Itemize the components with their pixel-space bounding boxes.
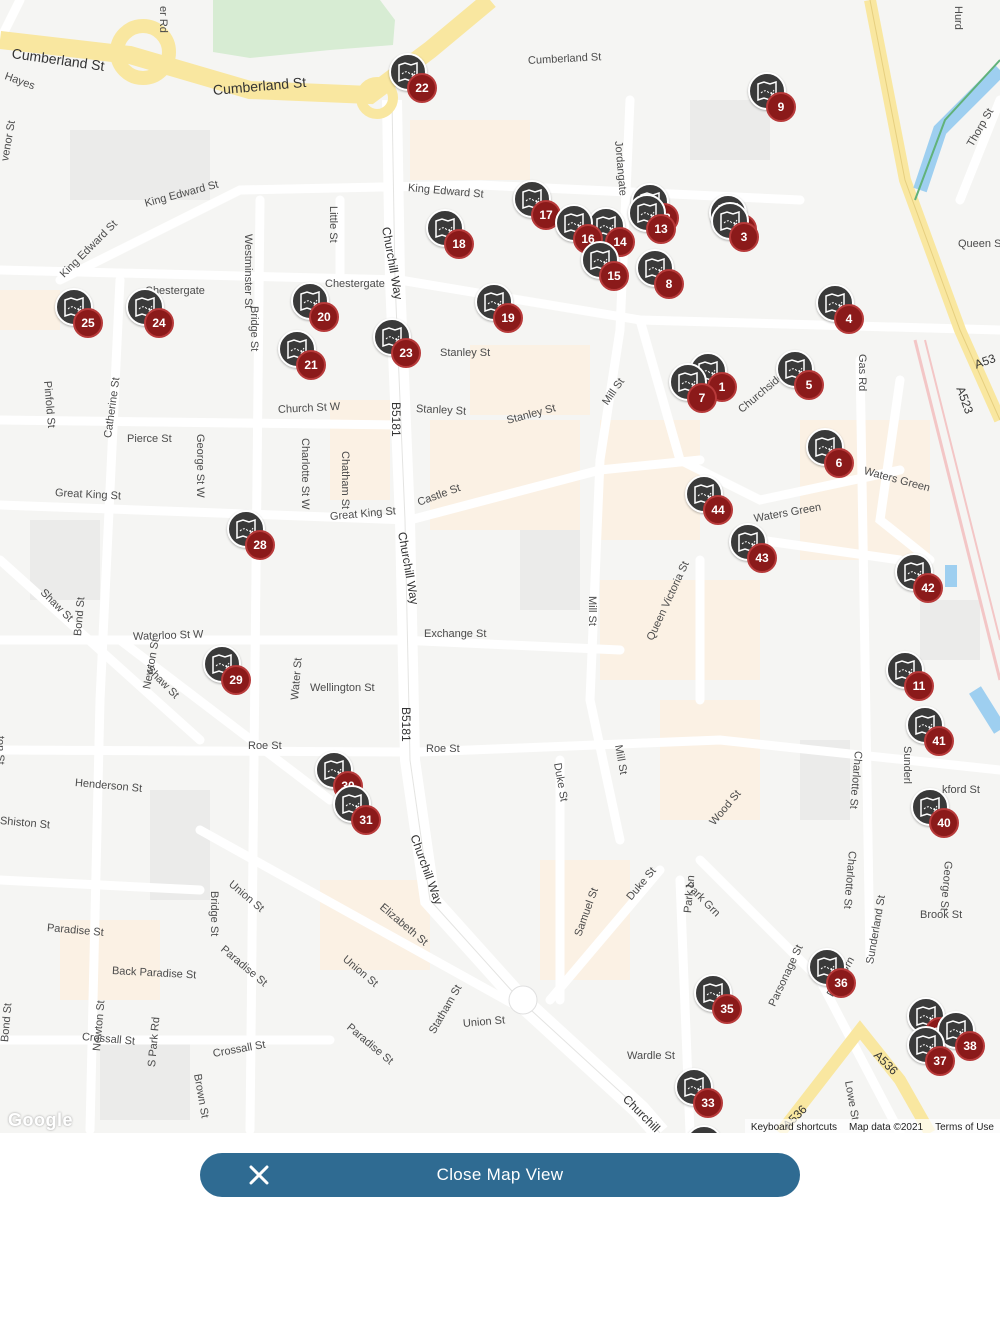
marker-number-badge: 15 bbox=[599, 261, 629, 291]
marker-number-badge: 31 bbox=[351, 805, 381, 835]
marker-number-badge: 21 bbox=[296, 350, 326, 380]
marker-number-badge: 36 bbox=[826, 968, 856, 998]
map-marker[interactable]: 42 bbox=[895, 553, 957, 615]
marker-number-badge: 6 bbox=[824, 448, 854, 478]
map-marker[interactable]: 29 bbox=[203, 645, 265, 707]
marker-number-badge: 43 bbox=[747, 543, 777, 573]
street-label: Hurd bbox=[952, 6, 964, 30]
map-marker[interactable]: 6 bbox=[806, 428, 868, 490]
marker-number-badge: 29 bbox=[221, 665, 251, 695]
close-map-view-label: Close Map View bbox=[436, 1165, 564, 1184]
map-marker[interactable]: 18 bbox=[426, 209, 488, 271]
marker-number-badge: 41 bbox=[924, 726, 954, 756]
street-label: Roe St bbox=[426, 743, 460, 755]
terms-of-use-link[interactable]: Terms of Use bbox=[935, 1122, 994, 1133]
street-label: Charlotte St W bbox=[299, 438, 311, 510]
map-marker[interactable]: 33 bbox=[675, 1068, 737, 1130]
marker-number-badge: 19 bbox=[493, 303, 523, 333]
map-marker[interactable]: 9 bbox=[748, 72, 810, 134]
map-marker[interactable]: 11 bbox=[886, 651, 948, 713]
map-marker[interactable]: 40 bbox=[911, 788, 973, 850]
marker-number-badge: 24 bbox=[144, 308, 174, 338]
street-label: Wellington St bbox=[310, 682, 375, 694]
street-label: B5181 bbox=[389, 402, 403, 437]
map-marker[interactable]: 37 bbox=[907, 1026, 969, 1088]
street-label: Exchange St bbox=[424, 628, 487, 640]
marker-number-badge: 7 bbox=[687, 383, 717, 413]
map-marker[interactable]: 5 bbox=[776, 350, 838, 412]
marker-number-badge: 37 bbox=[925, 1046, 955, 1076]
google-logo: Google bbox=[8, 1110, 73, 1130]
map-marker[interactable]: 24 bbox=[126, 288, 188, 350]
street-label: Westminster St bbox=[242, 234, 254, 309]
marker-number-badge: 4 bbox=[834, 304, 864, 334]
street-label: Little St bbox=[327, 206, 339, 243]
street-label: Chatham St bbox=[339, 451, 351, 510]
marker-number-badge: 13 bbox=[646, 214, 676, 244]
map-marker[interactable]: 31 bbox=[333, 785, 395, 847]
street-label: Roe St bbox=[248, 740, 282, 752]
marker-number-badge: 25 bbox=[73, 308, 103, 338]
street-label: Queen St bbox=[958, 238, 1000, 250]
marker-number-badge: 11 bbox=[904, 671, 934, 701]
map-marker[interactable]: 8 bbox=[636, 249, 698, 311]
close-map-view-button[interactable]: Close Map View bbox=[200, 1153, 800, 1197]
map-marker[interactable]: 19 bbox=[475, 283, 537, 345]
street-label: Stanley St bbox=[440, 347, 491, 359]
map-marker[interactable]: 36 bbox=[808, 948, 870, 1010]
map-marker[interactable]: 22 bbox=[389, 53, 451, 115]
street-label: Mill St bbox=[586, 596, 598, 626]
map-marker[interactable]: 43 bbox=[729, 523, 791, 585]
street-label: Bridge St bbox=[248, 306, 260, 352]
street-label: er Rd bbox=[157, 6, 169, 33]
street-label: B5181 bbox=[399, 707, 413, 742]
street-label: Pierce St bbox=[127, 433, 172, 445]
map-data-text: Map data ©2021 bbox=[849, 1121, 924, 1133]
marker-number-badge: 40 bbox=[929, 808, 959, 838]
marker-number-badge: 33 bbox=[693, 1088, 723, 1118]
map-marker[interactable]: 4 bbox=[816, 284, 878, 346]
marker-number-badge: 20 bbox=[309, 302, 339, 332]
street-label: Stanley St bbox=[415, 403, 467, 418]
street-label: George St W bbox=[194, 434, 206, 498]
map-marker[interactable]: 34 bbox=[685, 1125, 747, 1133]
street-label: Waterloo St W bbox=[132, 628, 204, 643]
marker-number-badge: 9 bbox=[766, 92, 796, 122]
map-marker[interactable]: 35 bbox=[694, 974, 756, 1036]
map-scroll-icon bbox=[685, 1125, 723, 1133]
map-marker[interactable]: 28 bbox=[227, 510, 289, 572]
map-marker[interactable]: 41 bbox=[906, 706, 968, 768]
street-label: Brook St bbox=[920, 909, 963, 921]
street-label: Wardle St bbox=[627, 1050, 675, 1062]
street-label: ton St bbox=[0, 736, 6, 765]
map-view[interactable]: Cumberland St Cumberland St Cumberland St H… bbox=[0, 0, 1000, 1133]
marker-number-badge: 22 bbox=[407, 73, 437, 103]
marker-number-badge: 35 bbox=[712, 994, 742, 1024]
map-marker[interactable]: 15 bbox=[581, 241, 643, 303]
marker-number-badge: 5 bbox=[794, 370, 824, 400]
marker-number-badge: 3 bbox=[729, 222, 759, 252]
marker-number-badge: 18 bbox=[444, 229, 474, 259]
marker-number-badge: 23 bbox=[391, 338, 421, 368]
map-marker[interactable]: 25 bbox=[55, 288, 117, 350]
close-icon bbox=[249, 1165, 269, 1185]
marker-number-badge: 44 bbox=[703, 495, 733, 525]
marker-number-badge: 42 bbox=[913, 573, 943, 603]
map-marker[interactable]: 23 bbox=[373, 318, 435, 380]
map-attribution: Keyboard shortcuts Map data ©2021 Terms … bbox=[744, 1119, 1000, 1133]
marker-number-badge: 28 bbox=[245, 530, 275, 560]
street-label: Bridge St bbox=[208, 891, 220, 937]
map-marker[interactable]: 3 bbox=[711, 202, 773, 264]
map-marker[interactable]: 7 bbox=[669, 363, 731, 425]
map-marker[interactable]: 21 bbox=[278, 330, 340, 392]
marker-number-badge: 8 bbox=[654, 269, 684, 299]
keyboard-shortcuts-link[interactable]: Keyboard shortcuts bbox=[751, 1122, 837, 1133]
street-label: Gas Rd bbox=[856, 354, 868, 392]
